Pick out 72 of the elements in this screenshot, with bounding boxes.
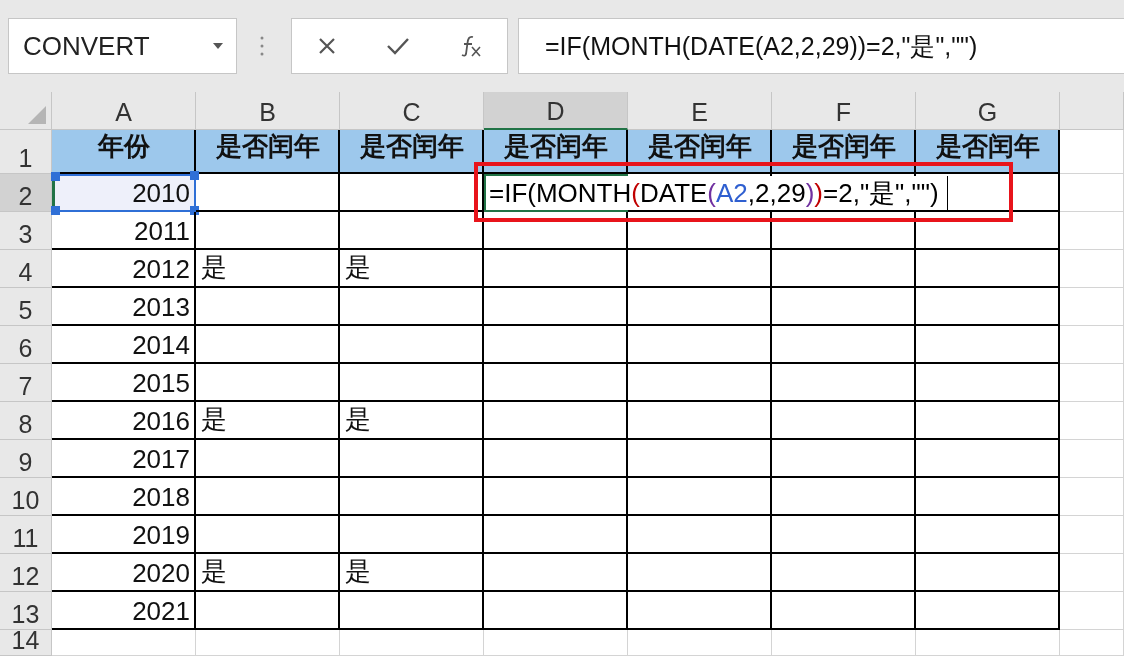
column-header[interactable]: C [340,92,484,130]
row-header[interactable]: 13 [0,592,52,630]
table-cell: 2017 [52,440,196,478]
table-cell [1060,174,1124,212]
column-title: 是否闰年 [916,130,1060,174]
resize-handle[interactable] [190,171,199,180]
table-cell: 2018 [52,478,196,516]
table-cell: 2013 [52,288,196,326]
table-cell: 是 [196,250,340,288]
table-cell [1060,326,1124,364]
select-all-icon [27,105,47,125]
table-cell [1060,478,1124,516]
column-title: 是否闰年 [628,130,772,174]
checkmark-icon [385,36,410,56]
column-title: 是否闰年 [196,130,340,174]
table-cell [1060,630,1124,656]
formula-field[interactable]: =IF(MONTH(DATE(A2,2,29))=2,"是","") [518,18,1124,74]
table-cell: 2019 [52,516,196,554]
name-box-value: CONVERT [23,30,150,62]
column-header[interactable]: B [196,92,340,130]
more-options-icon [259,35,265,57]
column-header[interactable]: G [916,92,1060,130]
row-header[interactable]: 10 [0,478,52,516]
table-cell [1060,402,1124,440]
table-cell [1060,592,1124,630]
row-header[interactable]: 5 [0,288,52,326]
table-cell: 是 [196,402,340,440]
table-cell [1060,250,1124,288]
column-title: 是否闰年 [772,130,916,174]
table-cell: 2010 [52,174,196,212]
table-cell: 是 [340,250,484,288]
row-header[interactable]: 3 [0,212,52,250]
table-cell: 是 [340,554,484,592]
resize-handle[interactable] [51,206,60,215]
table-cell [1060,440,1124,478]
table-cell [1060,212,1124,250]
table-cell: 2016 [52,402,196,440]
table-cell: 是 [196,554,340,592]
row-header[interactable]: 12 [0,554,52,592]
row-header[interactable]: 7 [0,364,52,402]
row-header[interactable]: 11 [0,516,52,554]
row-header[interactable]: 2 [0,174,52,212]
column-header[interactable]: F [772,92,916,130]
column-title: 是否闰年 [340,130,484,174]
column-header[interactable]: A [52,92,196,130]
row-header[interactable]: 9 [0,440,52,478]
column-header[interactable]: D [484,92,628,130]
row-header[interactable]: 1 [0,130,52,174]
dropdown-arrow-icon [212,42,224,50]
column-title: 是否闰年 [484,130,628,174]
table-cell: 2011 [52,212,196,250]
table-cell: 是 [340,402,484,440]
row-header[interactable]: 14 [0,630,52,656]
table-cell: 2014 [52,326,196,364]
table-cell [1060,554,1124,592]
column-title: 年份 [52,130,196,174]
table-cell [1060,516,1124,554]
resize-handle[interactable] [51,172,60,181]
table-cell [1060,130,1124,174]
row-header[interactable]: 6 [0,326,52,364]
table-cell: 2012 [52,250,196,288]
table-cell [1060,364,1124,402]
table-cell: 2021 [52,592,196,630]
close-icon [316,36,337,56]
table-cell [1060,288,1124,326]
row-header[interactable]: 4 [0,250,52,288]
table-cell: 2020 [52,554,196,592]
column-header[interactable]: E [628,92,772,130]
name-box[interactable]: CONVERT [8,18,237,74]
resize-handle[interactable] [190,206,199,215]
table-cell: 2015 [52,364,196,402]
row-header[interactable]: 8 [0,402,52,440]
